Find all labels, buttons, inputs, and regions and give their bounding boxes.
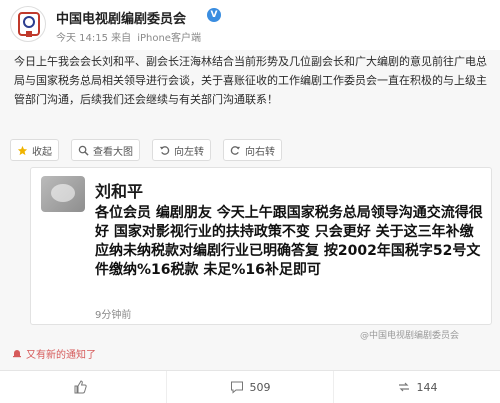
view-large-image-label: 查看大图	[93, 146, 133, 158]
collapse-label: 收起	[32, 146, 52, 158]
image-action-bar: 收起 查看大图 向左转 向右转	[10, 139, 282, 161]
repost-author-avatar[interactable]	[41, 176, 85, 212]
rotate-right-label: 向右转	[245, 146, 275, 158]
comment-count: 509	[249, 380, 271, 394]
comment-button[interactable]: 509	[167, 371, 334, 403]
repost-author-name[interactable]: 刘和平	[95, 178, 143, 202]
bell-icon	[13, 349, 21, 357]
post-header: 中国电视剧编剧委员会 V 今天 14:15 来自 iPhone客户端	[0, 0, 500, 50]
rotate-left-button[interactable]: 向左转	[152, 139, 211, 161]
star-icon	[17, 145, 28, 155]
collapse-button[interactable]: 收起	[10, 139, 59, 161]
thumb-up-icon	[74, 380, 87, 394]
rotate-left-icon	[159, 145, 170, 155]
rotate-left-label: 向左转	[174, 146, 204, 158]
repost-icon	[398, 382, 409, 392]
new-notification[interactable]: 又有新的通知了	[12, 346, 96, 361]
repost-time: 9分钟前	[95, 310, 132, 321]
post-client[interactable]: iPhone客户端	[137, 33, 201, 44]
reposted-message-card[interactable]: 刘和平 各位会员 编剧朋友 今天上午跟国家税务总局领导沟通交流得很好 国家对影视…	[30, 167, 492, 325]
broadcast-logo-icon	[18, 12, 40, 37]
post-meta: 今天 14:15 来自 iPhone客户端	[56, 29, 201, 44]
engagement-bar: 509 144	[0, 370, 500, 403]
weibo-post-screen: 中国电视剧编剧委员会 V 今天 14:15 来自 iPhone客户端 今日上午我会…	[0, 0, 500, 403]
notification-text: 又有新的通知了	[26, 350, 96, 361]
repost-text: 各位会员 编剧朋友 今天上午跟国家税务总局领导沟通交流得很好 国家对影视行业的扶…	[95, 205, 483, 278]
verified-icon: V	[207, 8, 221, 22]
repost-button[interactable]: 144	[334, 371, 500, 403]
comment-icon	[230, 381, 243, 394]
account-name[interactable]: 中国电视剧编剧委员会	[56, 8, 186, 27]
like-button[interactable]	[0, 371, 167, 403]
magnifier-icon	[78, 145, 89, 156]
weibo-watermark: @中国电视剧编剧委员会	[360, 331, 460, 341]
account-avatar[interactable]	[10, 6, 46, 42]
view-large-image-button[interactable]: 查看大图	[71, 139, 140, 161]
rotate-right-button[interactable]: 向右转	[223, 139, 282, 161]
post-timestamp: 今天 14:15 来自	[56, 33, 132, 44]
repost-count: 144	[416, 380, 438, 394]
rotate-right-icon	[230, 145, 241, 155]
post-text: 今日上午我会会长刘和平、副会长汪海林结合当前形势及几位副会长和广大编剧的意见前往…	[14, 55, 487, 106]
